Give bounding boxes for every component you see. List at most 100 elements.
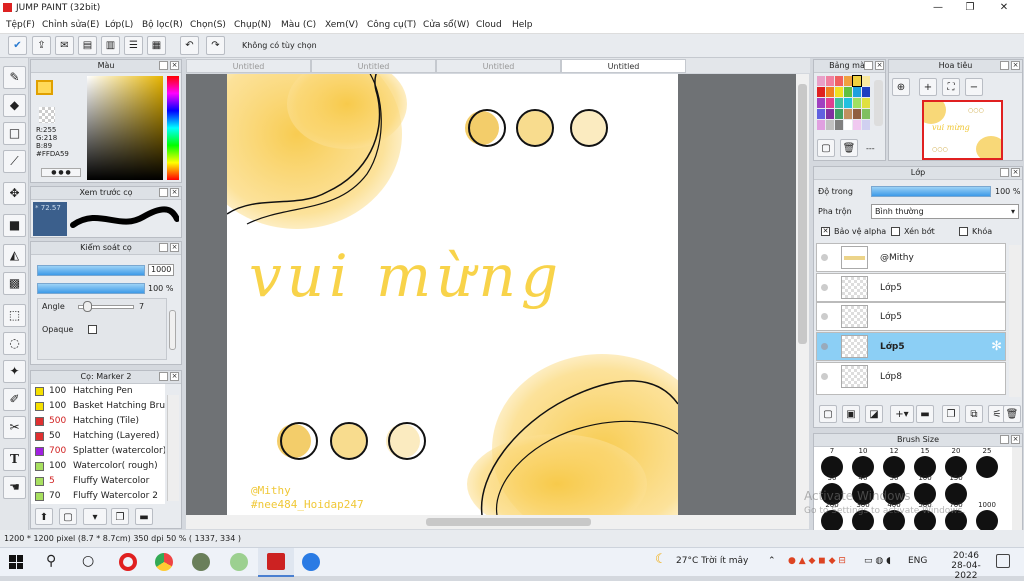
menu-select[interactable]: Chọn(S) (190, 20, 226, 30)
text-tool-icon[interactable]: T (3, 448, 26, 471)
brush-opacity-slider[interactable] (37, 283, 145, 294)
layer-row[interactable]: @Mithy (816, 243, 1006, 272)
menu-edit[interactable]: Chỉnh sửa(E) (42, 20, 99, 30)
maximize-button[interactable]: ❐ (954, 0, 986, 16)
zoom-fit-icon[interactable]: ⊕ (892, 78, 910, 96)
menu-layer[interactable]: Lớp(L) (105, 20, 133, 30)
vertical-scroll-thumb[interactable] (798, 84, 807, 344)
menu-help[interactable]: Help (512, 20, 533, 30)
canvas-horizontal-scrollbar[interactable] (186, 515, 809, 529)
panel-float-icon[interactable] (159, 188, 168, 197)
color-swatch[interactable] (844, 87, 852, 97)
swatch-grid[interactable] (817, 75, 872, 134)
color-swatch[interactable] (835, 98, 843, 108)
app-icon-1[interactable] (192, 553, 210, 571)
color-swatch[interactable] (844, 98, 852, 108)
brush-list-item[interactable]: 100 Basket Hatching Brush (31, 399, 165, 414)
brush-list-item[interactable]: 500 Hatching (Tile) (31, 414, 163, 429)
brush-size-preset[interactable] (976, 456, 998, 478)
layer-folder-icon[interactable]: ▬ (916, 405, 934, 423)
panel-float-icon[interactable] (159, 372, 168, 381)
color-swatch[interactable] (862, 120, 870, 130)
color-mode-buttons[interactable]: ● ● ● (41, 168, 81, 177)
primary-color-swatch[interactable] (36, 80, 53, 95)
opera-icon[interactable] (119, 553, 137, 571)
delete-layer-icon[interactable]: 🗑 (1003, 405, 1021, 423)
zoom-out-icon[interactable]: − (965, 78, 983, 96)
color-swatch[interactable] (844, 76, 852, 86)
brush-size-scrollbar[interactable] (1012, 448, 1022, 530)
lock-checkbox[interactable] (959, 227, 968, 236)
brush-copy-icon[interactable]: ❐ (111, 508, 129, 525)
brush-folder-icon[interactable]: ▬ (135, 508, 153, 525)
menu-file[interactable]: Tệp(F) (6, 20, 35, 30)
notification-icon[interactable] (996, 554, 1010, 568)
undo-icon[interactable]: ↶ (180, 36, 199, 55)
color-swatch[interactable] (862, 76, 870, 86)
rect-tool-icon[interactable]: □ (3, 122, 26, 145)
close-button[interactable]: ✕ (988, 0, 1020, 16)
tab-untitled-1[interactable]: Untitled (186, 59, 311, 73)
panel-close-icon[interactable]: × (170, 372, 179, 381)
visibility-icon[interactable] (821, 254, 828, 261)
menu-cloud[interactable]: Cloud (476, 20, 502, 30)
gear-icon[interactable]: ✻ (991, 339, 1002, 354)
color-swatch[interactable] (853, 109, 861, 119)
opaque-checkbox[interactable] (88, 325, 97, 334)
redo-icon[interactable]: ↷ (206, 36, 225, 55)
tab-untitled-active[interactable]: Untitled (561, 59, 686, 73)
color-swatch[interactable] (826, 76, 834, 86)
color-swatch[interactable] (826, 109, 834, 119)
panel-close-icon[interactable]: × (1011, 435, 1020, 444)
menu-window[interactable]: Cửa sổ(W) (423, 20, 469, 30)
share-icon[interactable]: ⇪ (32, 36, 51, 55)
new-layer-2-icon[interactable]: ▣ (842, 405, 860, 423)
duplicate-layer-icon[interactable]: ❐ (942, 405, 960, 423)
comment-icon[interactable]: ✉ (55, 36, 74, 55)
visibility-icon[interactable] (821, 343, 828, 350)
color-swatch[interactable] (853, 120, 861, 130)
brush-list-scrollbar[interactable] (167, 395, 179, 501)
panel-float-icon[interactable] (159, 243, 168, 252)
brush-tool-icon[interactable]: ✎ (3, 66, 26, 89)
add-brush-icon[interactable]: ⬆ (35, 508, 53, 525)
hue-slider[interactable] (167, 76, 179, 180)
weather-icon[interactable]: ☾ (655, 552, 667, 567)
layer-row[interactable]: Lớp8 (816, 362, 1006, 395)
select-eraser-icon[interactable]: ✂ (3, 416, 26, 439)
minimize-button[interactable]: — (922, 0, 954, 16)
magic-wand-icon[interactable]: ✦ (3, 360, 26, 383)
fill-rect-icon[interactable]: ■ (3, 214, 26, 237)
horizontal-scroll-thumb[interactable] (426, 518, 591, 526)
merge-layer-icon[interactable]: ⧉ (965, 405, 983, 423)
panel-icon[interactable]: ▤ (78, 36, 97, 55)
delete-swatch-icon[interactable]: 🗑 (840, 139, 858, 157)
drawing-canvas[interactable]: vui mừng @Mithy #nee484_Hoidap247 (227, 74, 678, 515)
brush-list-item[interactable]: 700 Splatter (watercolor) (31, 444, 165, 459)
task-view-icon[interactable]: ○ (82, 553, 94, 569)
new-brush-icon[interactable]: ▢ (59, 508, 77, 525)
line-tool-icon[interactable]: ⟋ (3, 150, 26, 173)
transparent-swatch[interactable] (39, 107, 55, 123)
layer-opacity-slider[interactable] (871, 186, 991, 197)
color-swatch[interactable] (835, 87, 843, 97)
panel-float-icon[interactable] (1000, 61, 1009, 70)
list-icon[interactable]: ☰ (124, 36, 143, 55)
tray-system-icons[interactable]: ▭ ◍ ◖ (864, 556, 891, 566)
menu-tools[interactable]: Công cụ(T) (367, 20, 416, 30)
color-swatch[interactable] (844, 120, 852, 130)
color-swatch[interactable] (862, 87, 870, 97)
brush-list-item[interactable]: 70 Fluffy Watercolor 2 (31, 489, 163, 504)
panel-float-icon[interactable] (1000, 435, 1009, 444)
swatch-scrollbar[interactable] (874, 80, 883, 126)
color-swatch[interactable] (853, 98, 861, 108)
brush-list-item[interactable]: 5 Fluffy Watercolor (31, 474, 163, 489)
zoom-in-icon[interactable]: + (919, 78, 937, 96)
grid-icon[interactable]: ▦ (147, 36, 166, 55)
tab-untitled-2[interactable]: Untitled (311, 59, 436, 73)
move-tool-icon[interactable]: ✥ (3, 182, 26, 205)
color-swatch[interactable] (835, 76, 843, 86)
menu-filter[interactable]: Bộ lọc(R) (142, 20, 183, 30)
tray-chevron-icon[interactable]: ⌃ (768, 556, 776, 566)
color-swatch[interactable] (852, 75, 862, 87)
